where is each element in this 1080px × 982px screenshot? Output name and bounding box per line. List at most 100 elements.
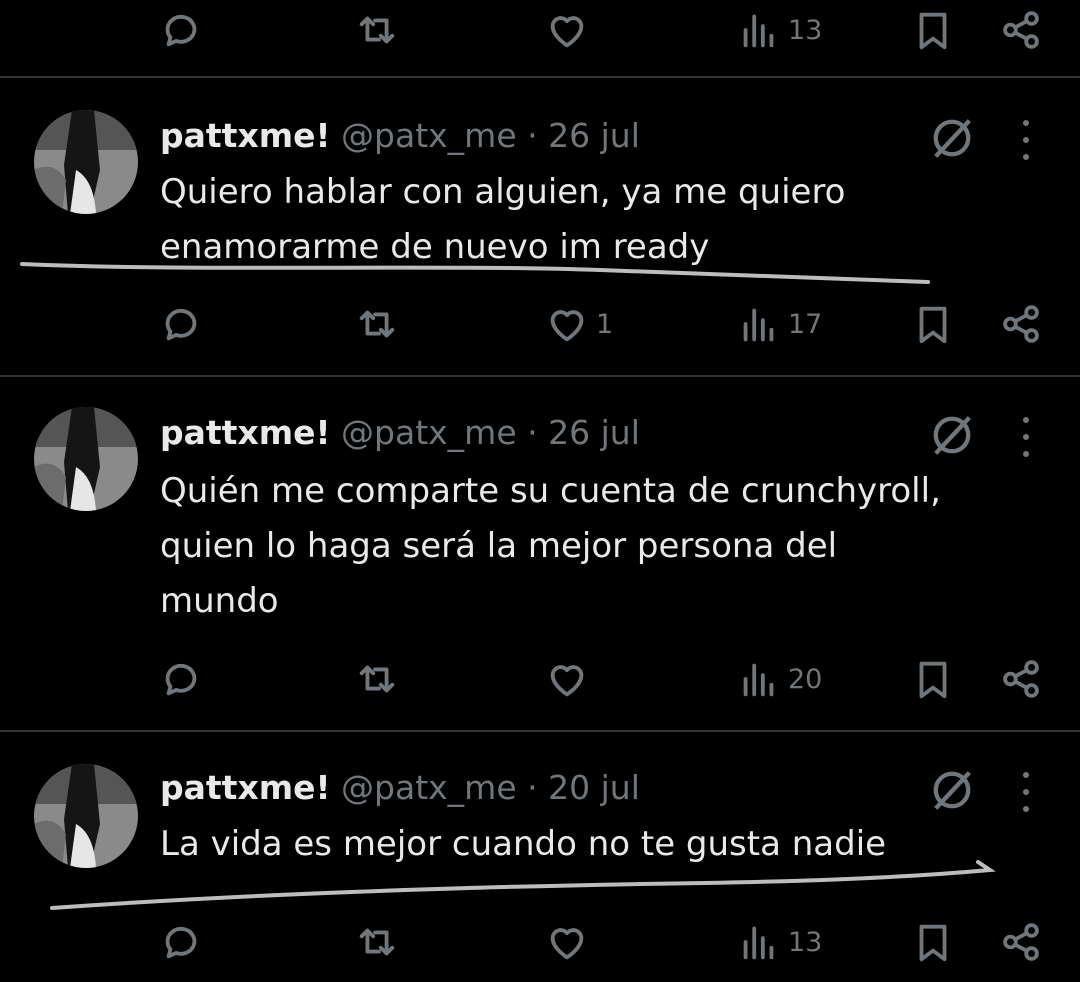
like-icon: [544, 919, 590, 965]
bookmark-icon: [910, 656, 956, 702]
views-button[interactable]: 17: [736, 294, 822, 354]
retweet-icon: [354, 7, 400, 53]
bookmark-button[interactable]: [910, 649, 956, 709]
share-button[interactable]: [998, 294, 1044, 354]
share-button[interactable]: [998, 0, 1044, 60]
tweet-date[interactable]: 26 jul: [548, 413, 640, 452]
share-icon: [998, 919, 1044, 965]
like-button[interactable]: [544, 912, 596, 972]
avatar-photo: [34, 110, 138, 214]
user-handle[interactable]: @patx_me: [341, 768, 517, 807]
share-icon: [998, 7, 1044, 53]
bookmark-button[interactable]: [910, 0, 956, 60]
share-icon: [998, 301, 1044, 347]
like-icon: [544, 7, 590, 53]
more-button[interactable]: [1008, 772, 1044, 812]
tweet-text-line: quien lo haga será la mejor persona del: [160, 526, 838, 566]
share-button[interactable]: [998, 649, 1044, 709]
retweet-icon: [354, 919, 400, 965]
reply-icon: [158, 7, 204, 53]
retweet-button[interactable]: [354, 649, 400, 709]
separator: ·: [527, 413, 538, 452]
views-icon: [736, 919, 782, 965]
previous-tweet-actions: 13: [0, 0, 1080, 60]
bookmark-icon: [910, 7, 956, 53]
views-button[interactable]: 13: [736, 912, 822, 972]
retweet-button[interactable]: [354, 294, 400, 354]
like-button[interactable]: [544, 0, 590, 60]
share-icon: [998, 656, 1044, 702]
user-handle[interactable]: @patx_me: [341, 116, 517, 155]
tweet-text-line: Quiero hablar con alguien, ya me quiero: [160, 172, 846, 212]
share-button[interactable]: [998, 912, 1044, 972]
more-button[interactable]: [1008, 417, 1044, 457]
views-count: 13: [788, 14, 823, 46]
grok-icon: [926, 112, 978, 164]
tweet-text-line: La vida es mejor cuando no te gusta nadi…: [160, 824, 887, 864]
tweet[interactable]: pattxme! @patx_me · 26 jul Quién me comp…: [0, 377, 1080, 730]
bookmark-button[interactable]: [910, 912, 956, 972]
tweet-text: Quién me comparte su cuenta de crunchyro…: [160, 464, 1050, 629]
more-icon: [1023, 772, 1029, 778]
tweet-header: pattxme! @patx_me · 20 jul: [160, 768, 640, 807]
separator: ·: [527, 116, 538, 155]
grok-icon: [926, 764, 978, 816]
tweet-actions: 1 17: [0, 294, 1080, 354]
like-button[interactable]: 1: [544, 294, 613, 354]
display-name[interactable]: pattxme!: [160, 413, 331, 452]
grok-button[interactable]: [926, 112, 978, 164]
bookmark-button[interactable]: [910, 294, 956, 354]
grok-icon: [926, 409, 978, 461]
reply-button[interactable]: [158, 649, 204, 709]
tweet-actions: 20: [0, 649, 1080, 709]
separator: ·: [527, 768, 538, 807]
views-count: 20: [788, 663, 823, 695]
avatar[interactable]: [34, 110, 138, 214]
views-button[interactable]: 13: [736, 0, 822, 60]
avatar-photo: [34, 407, 138, 511]
reply-button[interactable]: [158, 912, 204, 972]
reply-button[interactable]: [158, 0, 204, 60]
more-button[interactable]: [1008, 120, 1044, 160]
tweet[interactable]: pattxme! @patx_me · 20 jul La vida es me…: [0, 732, 1080, 982]
tweet-text-line: Quién me comparte su cuenta de crunchyro…: [160, 471, 941, 511]
likes-count: 1: [596, 308, 614, 340]
tweet-text-line: mundo: [160, 581, 279, 621]
avatar-photo: [34, 764, 138, 868]
retweet-icon: [354, 656, 400, 702]
reply-icon: [158, 656, 204, 702]
display-name[interactable]: pattxme!: [160, 116, 331, 155]
more-icon: [1023, 120, 1029, 126]
like-icon: [544, 301, 590, 347]
user-handle[interactable]: @patx_me: [341, 413, 517, 452]
tweet[interactable]: pattxme! @patx_me · 26 jul Quiero hablar…: [0, 78, 1080, 376]
reply-icon: [158, 301, 204, 347]
reply-button[interactable]: [158, 294, 204, 354]
like-button[interactable]: [544, 649, 596, 709]
avatar[interactable]: [34, 407, 138, 511]
tweet-text: Quiero hablar con alguien, ya me quiero …: [160, 165, 1050, 275]
tweet-date[interactable]: 20 jul: [548, 768, 640, 807]
more-icon: [1023, 417, 1029, 423]
like-icon: [544, 656, 590, 702]
grok-button[interactable]: [926, 764, 978, 816]
retweet-button[interactable]: [354, 0, 400, 60]
tweet-date[interactable]: 26 jul: [548, 116, 640, 155]
reply-icon: [158, 919, 204, 965]
tweet-header: pattxme! @patx_me · 26 jul: [160, 413, 640, 452]
retweet-icon: [354, 301, 400, 347]
views-icon: [736, 301, 782, 347]
retweet-button[interactable]: [354, 912, 400, 972]
grok-button[interactable]: [926, 409, 978, 461]
tweet-actions: 13: [0, 912, 1080, 972]
views-icon: [736, 7, 782, 53]
tweet-header: pattxme! @patx_me · 26 jul: [160, 116, 640, 155]
tweet-text-line: enamorarme de nuevo im ready: [160, 227, 710, 267]
avatar[interactable]: [34, 764, 138, 868]
views-button[interactable]: 20: [736, 649, 822, 709]
views-icon: [736, 656, 782, 702]
display-name[interactable]: pattxme!: [160, 768, 331, 807]
views-count: 13: [788, 926, 823, 958]
bookmark-icon: [910, 301, 956, 347]
bookmark-icon: [910, 919, 956, 965]
